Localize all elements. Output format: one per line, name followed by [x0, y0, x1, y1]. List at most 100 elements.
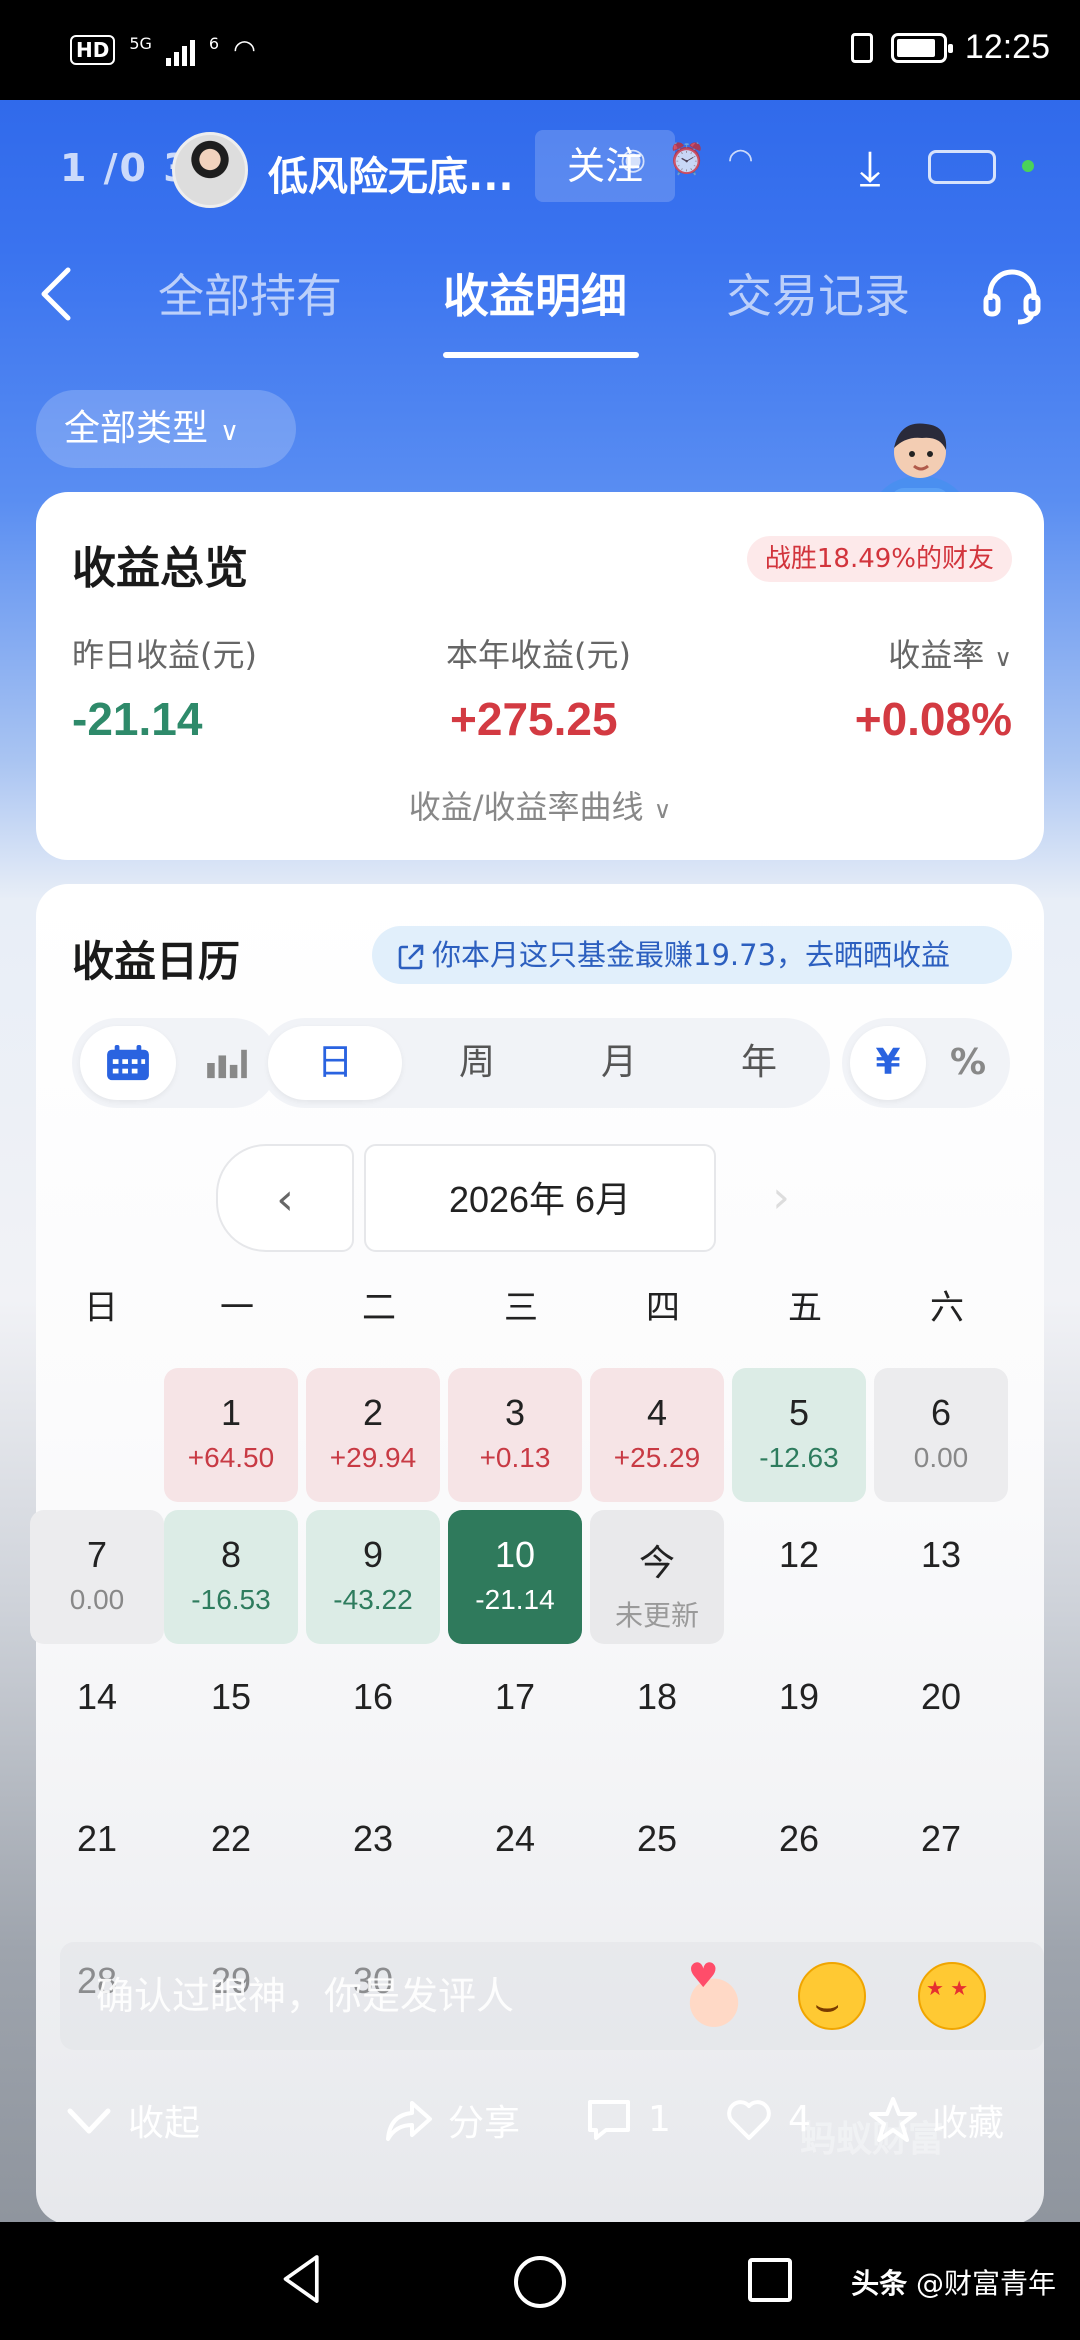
month-navigator: ‹ 2026年 6月 ›: [36, 1144, 1044, 1254]
finger-heart-emoji-icon[interactable]: [680, 1956, 748, 2030]
prev-month-button[interactable]: ‹: [216, 1144, 354, 1252]
hd-icon: HD: [70, 35, 116, 65]
download-icon[interactable]: ⤓: [842, 138, 898, 198]
alarm-icon: ⏰: [668, 142, 706, 177]
calendar-day[interactable]: 22: [164, 1794, 298, 1928]
yesterday-earnings-value: -21.14: [72, 693, 203, 745]
tab-transactions[interactable]: 交易记录: [726, 260, 910, 326]
bar-chart-icon: [207, 1049, 247, 1079]
calendar-day[interactable]: 3 +0.13: [448, 1368, 582, 1502]
calendar-day-selected[interactable]: 10 -21.14: [448, 1510, 582, 1644]
calendar-day-earnings: -21.14: [475, 1584, 555, 1615]
calendar-day[interactable]: 7 0.00: [30, 1510, 164, 1644]
share-button[interactable]: 分享: [384, 2094, 520, 2146]
calendar-day[interactable]: 17: [448, 1652, 582, 1786]
chevron-right-icon: ›: [772, 1172, 790, 1223]
calendar-day-earnings: -12.63: [759, 1442, 839, 1473]
eye-icon: ◉: [620, 142, 647, 177]
laughing-emoji-icon[interactable]: [798, 1962, 866, 2030]
calendar-day[interactable]: 20: [874, 1652, 1008, 1786]
calendar-day[interactable]: 25: [590, 1794, 724, 1928]
unit-percent-button[interactable]: %: [930, 1026, 1006, 1100]
app-screen: HD 5G 6 ◠ 12:25 1 /0 3 : 低风险无底... 关注 ◉ ⏰…: [0, 0, 1080, 2340]
period-week-button[interactable]: 周: [410, 1026, 544, 1100]
star-eyes-emoji-icon[interactable]: [918, 1962, 986, 2030]
collapse-button[interactable]: 收起: [64, 2094, 200, 2146]
calendar-day[interactable]: 12: [732, 1510, 866, 1644]
overlay-title[interactable]: 低风险无底...: [268, 144, 514, 202]
weekday-label: 二: [362, 1288, 396, 1328]
share-earnings-banner[interactable]: 你本月这只基金最赚19.73，去晒晒收益: [372, 926, 1012, 984]
overview-title: 收益总览: [72, 543, 248, 594]
calendar-day[interactable]: 1 +64.50: [164, 1368, 298, 1502]
next-month-button[interactable]: ›: [726, 1144, 836, 1252]
status-bar: HD 5G 6 ◠ 12:25: [0, 0, 1080, 100]
calendar-day-number: 10: [494, 1534, 536, 1575]
type-filter-label: 全部类型: [64, 408, 209, 449]
back-button[interactable]: [34, 264, 84, 336]
home-circle-icon[interactable]: [514, 2256, 566, 2308]
return-rate-value: +0.08%: [854, 693, 1012, 745]
period-year-button[interactable]: 年: [692, 1026, 826, 1100]
calendar-day[interactable]: 27: [874, 1794, 1008, 1928]
year-earnings-value: +275.25: [450, 693, 618, 745]
unit-amount-button[interactable]: ¥: [850, 1026, 926, 1100]
calendar-day[interactable]: 9 -43.22: [306, 1510, 440, 1644]
earnings-curve-label: 收益/收益率曲线: [408, 788, 644, 826]
comment-button[interactable]: 1: [584, 2094, 671, 2144]
calendar-day-number: 19: [778, 1676, 820, 1717]
calendar-day-number: 8: [220, 1534, 242, 1575]
calendar-day-number: 6: [930, 1392, 952, 1433]
calendar-day[interactable]: 21: [30, 1794, 164, 1928]
wifi-label: 6: [208, 34, 220, 53]
month-label[interactable]: 2026年 6月: [364, 1144, 716, 1252]
wifi-icon: ◠: [727, 142, 754, 177]
calendar-day-number: 14: [76, 1676, 118, 1717]
calendar-day[interactable]: 2 +29.94: [306, 1368, 440, 1502]
calendar-day[interactable]: 16: [306, 1652, 440, 1786]
customer-service-icon[interactable]: [980, 264, 1044, 328]
type-filter-dropdown[interactable]: 全部类型 ∨: [36, 390, 296, 468]
calendar-day[interactable]: 23: [306, 1794, 440, 1928]
calendar-day-earnings: +29.94: [329, 1442, 417, 1473]
calendar-day-earnings: -43.22: [333, 1584, 413, 1615]
clock: 12:25: [964, 28, 1050, 66]
bar-chart-view-button[interactable]: [182, 1026, 272, 1100]
calendar-day[interactable]: 18: [590, 1652, 724, 1786]
calendar-day[interactable]: 8 -16.53: [164, 1510, 298, 1644]
tab-earnings-detail[interactable]: 收益明细: [443, 260, 627, 326]
calendar-day[interactable]: 19: [732, 1652, 866, 1786]
beat-percent-badge[interactable]: 战胜18.49%的财友: [746, 536, 1012, 582]
tab-all-holdings[interactable]: 全部持有: [158, 260, 342, 326]
calendar-day-number: 3: [504, 1392, 526, 1433]
avatar[interactable]: [172, 132, 248, 208]
calendar-day[interactable]: 6 0.00: [874, 1368, 1008, 1502]
calendar-day-number: 17: [494, 1676, 536, 1717]
calendar-day[interactable]: 15: [164, 1652, 298, 1786]
calendar-day[interactable]: 26: [732, 1794, 866, 1928]
period-switch: 日 周 月 年: [260, 1018, 830, 1108]
vr-icon[interactable]: [928, 150, 996, 184]
calendar-day-today[interactable]: 今未更新: [590, 1510, 724, 1644]
calendar-day-number: 23: [352, 1818, 394, 1859]
calendar-day[interactable]: 13: [874, 1510, 1008, 1644]
period-month-button[interactable]: 月: [552, 1026, 686, 1100]
overlay-status-icons: ◉ ⏰ ◠: [620, 142, 754, 177]
earnings-curve-toggle[interactable]: 收益/收益率曲线 ∨: [36, 782, 1044, 828]
calendar-day[interactable]: 5 -12.63: [732, 1368, 866, 1502]
calendar-day[interactable]: 14: [30, 1652, 164, 1786]
like-button[interactable]: 4: [724, 2094, 811, 2144]
calendar-day[interactable]: 24: [448, 1794, 582, 1928]
weekday-label: 六: [930, 1288, 964, 1328]
back-triangle-icon[interactable]: [280, 2252, 326, 2306]
weekday-label: 四: [646, 1288, 680, 1328]
calendar-day-number: 16: [352, 1676, 394, 1717]
return-rate-dropdown[interactable]: 收益率 ∨: [888, 630, 1012, 676]
comment-input[interactable]: 确认过眼神，你是发评人: [96, 1942, 514, 2050]
recent-apps-icon[interactable]: [748, 2258, 792, 2302]
period-day-button[interactable]: 日: [268, 1026, 402, 1100]
weekday-header: 日 一 二 三 四 五 六: [36, 1280, 1044, 1330]
calendar-day[interactable]: 4 +25.29: [590, 1368, 724, 1502]
calendar-view-button[interactable]: [80, 1026, 176, 1100]
calendar-day-number: 15: [210, 1676, 252, 1717]
